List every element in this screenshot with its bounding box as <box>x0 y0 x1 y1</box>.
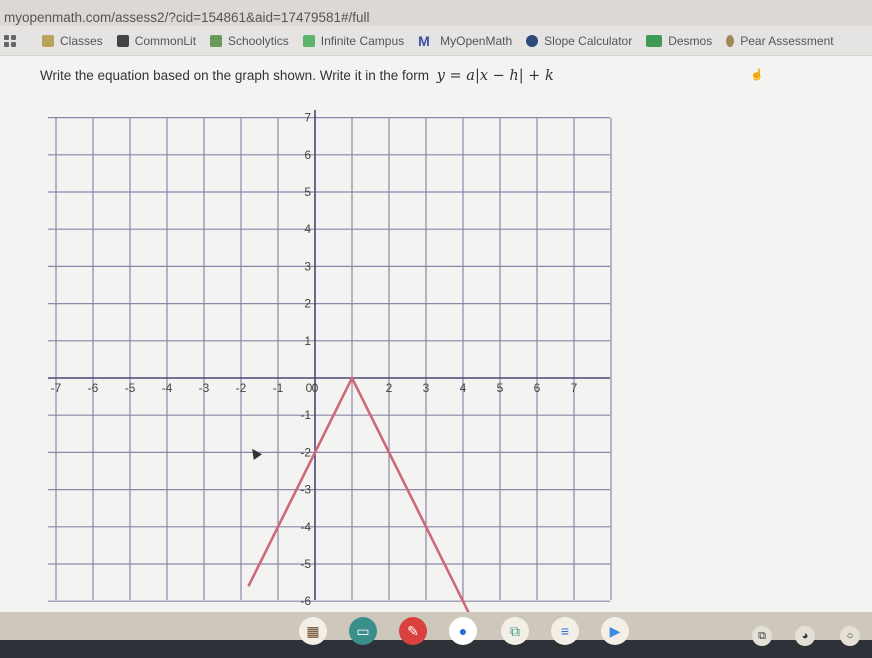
running-app-indicator <box>562 648 568 650</box>
screen-capture-icon[interactable]: ⧉ <box>752 626 772 646</box>
y-tick-label: -4 <box>300 520 311 534</box>
y-tick-labels: 7 6 5 4 3 2 1 -1 -2 -3 -4 -5 -6 <box>300 111 311 609</box>
screen: myopenmath.com/assess2/?cid=154861&aid=1… <box>0 0 872 658</box>
x-tick-label: -7 <box>51 381 62 395</box>
y-tick-label: -1 <box>300 408 311 422</box>
y-tick-label: -2 <box>300 445 311 459</box>
y-tick-label: 1 <box>304 334 311 348</box>
x-tick-label: 2 <box>386 381 393 395</box>
status-icon[interactable]: ○ <box>840 626 860 646</box>
y-tick-label: -5 <box>300 557 311 571</box>
series-lines <box>247 375 470 612</box>
y-tick-label: 4 <box>304 222 311 236</box>
y-tick-label: 3 <box>304 259 311 273</box>
coordinate-graph: -7 -6 -5 -4 -3 -2 -1 0 2 3 4 5 6 70 7654321-1-2-3-4-5… <box>48 110 612 612</box>
x-tick-label: -3 <box>199 381 210 395</box>
files-app-icon[interactable]: ▦ <box>299 617 327 645</box>
sync-icon[interactable]: ◕ <box>795 626 815 646</box>
taskbar-shelf-bottom <box>0 640 872 658</box>
x-tick-label: 5 <box>497 381 504 395</box>
running-app-indicator <box>460 648 466 650</box>
y-tick-label: 5 <box>304 185 311 199</box>
classroom-app-icon[interactable]: ▭ <box>349 617 377 645</box>
x-tick-label: 0 <box>312 381 319 395</box>
x-tick-label: 4 <box>460 381 467 395</box>
vertical-gridlines <box>55 118 612 600</box>
chrome-app-icon[interactable]: ● <box>449 617 477 645</box>
x-tick-labels: -7 -6 -5 -4 -3 -2 -1 0 2 3 4 5 6 7 0 <box>51 381 578 395</box>
play-store-app-icon[interactable]: ▶ <box>601 617 629 645</box>
x-tick-label: 3 <box>423 381 430 395</box>
y-tick-label: -6 <box>300 594 311 608</box>
x-tick-label: -5 <box>125 381 136 395</box>
y-tick-label: -3 <box>300 483 311 497</box>
docs-app-icon[interactable]: ≡ <box>551 617 579 645</box>
horizontal-gridlines <box>48 116 610 602</box>
x-tick-label: -2 <box>236 381 247 395</box>
origin-label: 0 <box>306 381 313 395</box>
x-tick-label: -1 <box>273 381 284 395</box>
y-tick-label: 2 <box>304 297 311 311</box>
y-tick-label: 7 <box>304 111 311 125</box>
x-tick-label: 6 <box>534 381 541 395</box>
absolute-value-line <box>247 375 470 612</box>
y-tick-label: 6 <box>304 148 311 162</box>
x-tick-label: -6 <box>88 381 99 395</box>
x-tick-label: -4 <box>162 381 173 395</box>
network-app-icon[interactable]: ⧉ <box>501 617 529 645</box>
canvas-paint-app-icon[interactable]: ✎ <box>399 617 427 645</box>
x-tick-label: 7 <box>571 381 578 395</box>
